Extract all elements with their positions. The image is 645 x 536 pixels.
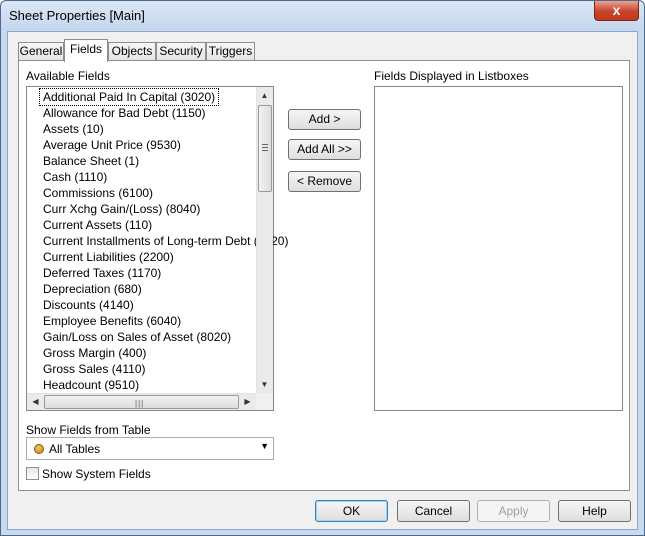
tab-objects[interactable]: Objects <box>108 42 156 61</box>
close-icon: x <box>612 2 621 18</box>
title-bar[interactable]: Sheet Properties [Main] x <box>1 1 644 31</box>
ok-button[interactable]: OK <box>315 500 388 522</box>
cancel-button[interactable]: Cancel <box>397 500 470 522</box>
vertical-scroll-thumb[interactable] <box>258 105 272 192</box>
list-item[interactable]: Headcount (9510) <box>43 377 139 393</box>
fields-tab-panel: Available Fields Additional Paid In Capi… <box>18 60 630 491</box>
scroll-left-arrow-icon[interactable]: ◀ <box>27 393 44 410</box>
list-item[interactable]: Gross Margin (400) <box>43 345 146 361</box>
scroll-down-arrow-icon[interactable]: ▼ <box>256 376 273 393</box>
available-fields-listbox[interactable]: Additional Paid In Capital (3020) Allowan… <box>26 86 288 411</box>
show-fields-from-table-label: Show Fields from Table <box>26 423 151 437</box>
list-item[interactable]: Discounts (4140) <box>43 297 134 313</box>
show-system-fields-label[interactable]: Show System Fields <box>42 467 151 481</box>
fields-displayed-label: Fields Displayed in Listboxes <box>374 69 529 83</box>
list-item[interactable]: Cash (1110) <box>43 169 107 185</box>
list-item[interactable]: Employee Benefits (6040) <box>43 313 181 329</box>
list-item[interactable]: Balance Sheet (1) <box>43 153 139 169</box>
list-item[interactable]: Additional Paid In Capital (3020) <box>38 88 220 106</box>
horizontal-scrollbar[interactable]: ◀ ||| ▶ <box>27 393 256 410</box>
hgrip-icon: ||| <box>135 399 145 408</box>
tab-fields[interactable]: Fields <box>64 39 108 62</box>
help-button[interactable]: Help <box>558 500 631 522</box>
available-fields-label: Available Fields <box>26 69 110 83</box>
list-item[interactable]: Current Installments of Long-term Debt (… <box>43 233 288 249</box>
add-all-button[interactable]: Add All >> <box>288 139 361 160</box>
tab-security[interactable]: Security <box>156 42 206 61</box>
fields-displayed-listbox[interactable] <box>374 86 623 411</box>
list-item[interactable]: Curr Xchg Gain/(Loss) (8040) <box>43 201 200 217</box>
list-item[interactable]: Depreciation (680) <box>43 281 142 297</box>
list-item[interactable]: Deferred Taxes (1170) <box>43 265 161 281</box>
dialog-client: General Fields Objects Security Triggers… <box>7 31 638 530</box>
add-button[interactable]: Add > <box>288 109 361 130</box>
grip-icon <box>262 144 268 151</box>
list-item[interactable]: Gain/Loss on Sales of Asset (8020) <box>43 329 231 345</box>
scroll-corner <box>256 393 273 410</box>
horizontal-scroll-thumb[interactable]: ||| <box>44 395 239 409</box>
window-title: Sheet Properties [Main] <box>9 8 145 23</box>
vertical-scrollbar[interactable]: ▲ ▼ <box>256 87 273 393</box>
tab-triggers[interactable]: Triggers <box>206 42 255 61</box>
remove-button[interactable]: < Remove <box>288 171 361 192</box>
show-system-fields-checkbox[interactable] <box>26 467 39 480</box>
list-item[interactable]: Current Assets (110) <box>43 217 152 233</box>
table-dot-icon <box>34 444 44 454</box>
list-item[interactable]: Allowance for Bad Debt (1150) <box>43 105 206 121</box>
list-item[interactable]: Average Unit Price (9530) <box>43 137 181 153</box>
dropdown-arrow-icon[interactable]: ▼ <box>260 441 269 451</box>
tab-general[interactable]: General <box>18 42 64 61</box>
table-select-value: All Tables <box>49 442 101 456</box>
list-item[interactable]: Commissions (6100) <box>43 185 153 201</box>
scroll-right-arrow-icon[interactable]: ▶ <box>239 393 256 410</box>
close-button[interactable]: x <box>594 1 639 21</box>
table-select[interactable]: All Tables ▼ <box>26 437 274 460</box>
list-item[interactable]: Gross Sales (4110) <box>43 361 146 377</box>
dialog-window: Sheet Properties [Main] x General Fields… <box>0 0 645 536</box>
list-item[interactable]: Current Liabilities (2200) <box>43 249 174 265</box>
list-item[interactable]: Assets (10) <box>43 121 104 137</box>
scroll-up-arrow-icon[interactable]: ▲ <box>256 87 273 104</box>
apply-button[interactable]: Apply <box>477 500 550 522</box>
